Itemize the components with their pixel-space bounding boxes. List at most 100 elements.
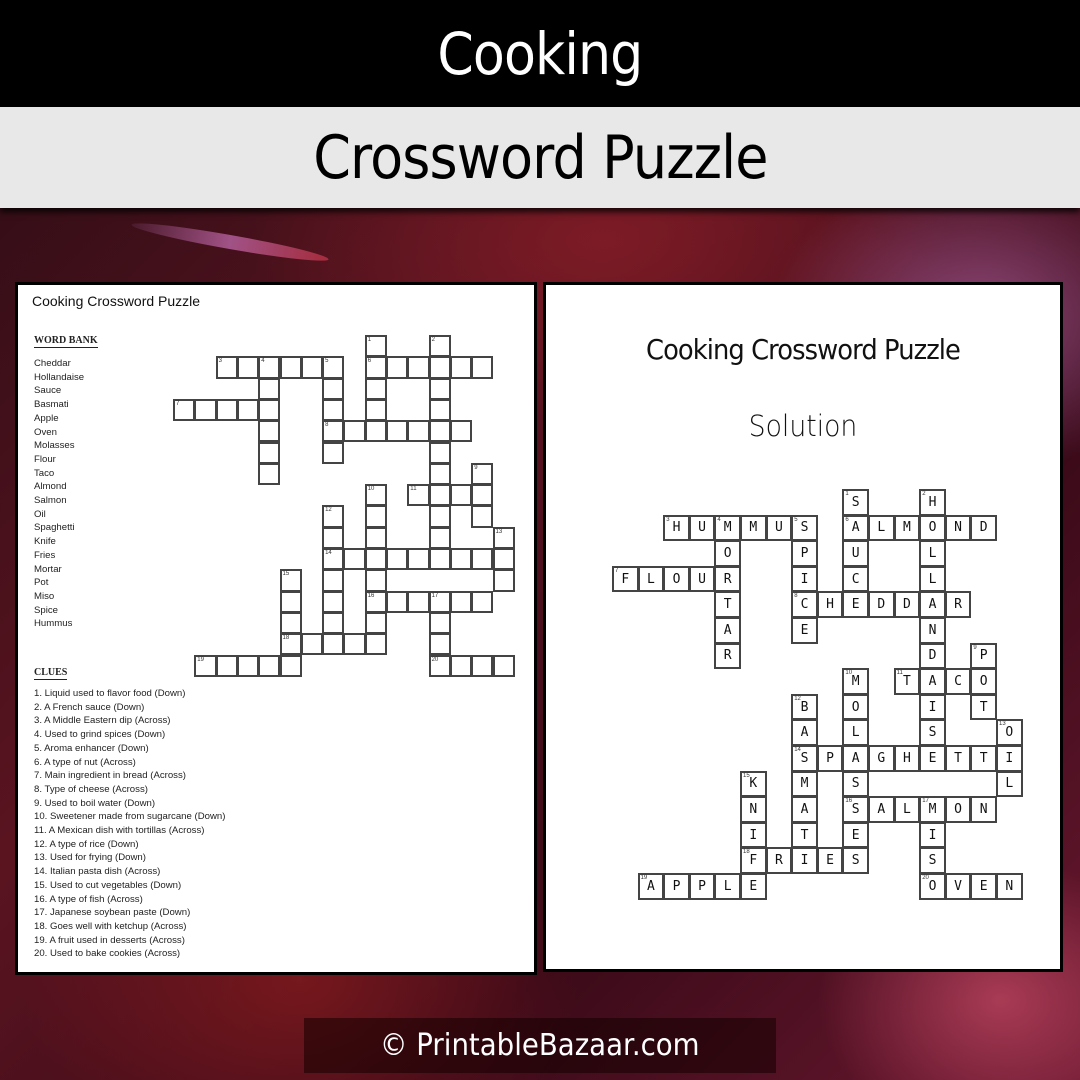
crossword-cell[interactable] [236, 356, 260, 379]
crossword-cell[interactable] [236, 654, 260, 677]
crossword-cell[interactable] [428, 441, 451, 464]
crossword-cell[interactable] [258, 654, 281, 677]
crossword-cell[interactable] [322, 633, 345, 656]
crossword-cell[interactable] [449, 484, 473, 507]
crossword-cell[interactable]: 2 [428, 335, 451, 358]
crossword-cell[interactable] [258, 420, 281, 443]
crossword-cell[interactable] [428, 356, 451, 379]
crossword-cell[interactable] [471, 548, 494, 571]
crossword-cell[interactable]: 17 [428, 590, 451, 613]
crossword-cell: E [842, 591, 869, 618]
crossword-cell[interactable] [449, 356, 473, 379]
crossword-cell[interactable] [343, 548, 366, 571]
crossword-cell[interactable] [492, 548, 515, 571]
crossword-cell[interactable] [364, 526, 387, 549]
crossword-cell[interactable] [364, 633, 387, 656]
crossword-cell[interactable]: 3 [215, 356, 238, 379]
crossword-cell[interactable]: 8 [322, 420, 345, 443]
crossword-cell[interactable]: 12 [322, 505, 345, 528]
crossword-cell[interactable] [428, 611, 451, 635]
crossword-cell[interactable]: 13 [492, 526, 515, 549]
crossword-cell[interactable] [386, 356, 409, 379]
crossword-cell[interactable] [279, 590, 302, 613]
crossword-cell[interactable] [279, 356, 302, 379]
crossword-cell[interactable]: 10 [364, 484, 387, 507]
crossword-cell[interactable] [322, 441, 345, 464]
crossword-cell[interactable]: 16 [364, 590, 387, 613]
crossword-cell[interactable] [471, 505, 494, 528]
crossword-cell[interactable] [449, 420, 473, 443]
crossword-cell[interactable]: 9 [471, 462, 494, 486]
crossword-cell: E [791, 617, 818, 644]
crossword-cell[interactable] [428, 633, 451, 656]
crossword-cell[interactable] [322, 377, 345, 400]
crossword-cell[interactable] [364, 420, 387, 443]
crossword-cell[interactable] [322, 398, 345, 422]
crossword-cell[interactable] [322, 590, 345, 613]
crossword-cell[interactable] [471, 484, 494, 507]
crossword-cell[interactable] [428, 484, 451, 507]
crossword-cell[interactable]: 4 [258, 356, 281, 379]
crossword-cell[interactable] [407, 420, 430, 443]
crossword-cell[interactable] [428, 377, 451, 400]
crossword-cell[interactable]: 1 [364, 335, 387, 358]
crossword-cell[interactable] [449, 590, 473, 613]
crossword-cell[interactable] [322, 526, 345, 549]
crossword-cell[interactable] [407, 548, 430, 571]
crossword-cell[interactable]: 15 [279, 569, 302, 592]
crossword-cell[interactable] [449, 548, 473, 571]
crossword-cell[interactable] [428, 505, 451, 528]
crossword-cell[interactable] [471, 590, 494, 613]
crossword-cell: M [740, 514, 767, 542]
crossword-cell[interactable]: 18 [279, 633, 302, 656]
crossword-cell[interactable] [364, 398, 387, 422]
crossword-cell[interactable]: 7 [173, 398, 196, 422]
crossword-cell[interactable]: 11 [407, 484, 430, 507]
crossword-cell[interactable] [407, 590, 430, 613]
crossword-cell[interactable] [322, 611, 345, 635]
crossword-cell[interactable] [471, 654, 494, 677]
crossword-cell[interactable] [492, 569, 515, 592]
crossword-cell[interactable] [258, 377, 281, 400]
crossword-cell[interactable] [258, 398, 281, 422]
crossword-cell[interactable] [343, 633, 366, 656]
crossword-cell[interactable] [300, 356, 324, 379]
crossword-cell[interactable] [343, 420, 366, 443]
crossword-cell: I [740, 821, 767, 849]
crossword-cell[interactable] [364, 548, 387, 571]
crossword-cell[interactable] [300, 633, 324, 656]
crossword-cell[interactable] [364, 505, 387, 528]
crossword-cell[interactable] [322, 569, 345, 592]
crossword-cell[interactable] [386, 548, 409, 571]
clue-number: 1 [367, 337, 372, 343]
crossword-cell[interactable] [364, 611, 387, 635]
crossword-cell[interactable] [194, 398, 217, 422]
crossword-cell[interactable] [428, 526, 451, 549]
crossword-cell[interactable] [236, 398, 260, 422]
cell-letter: P [826, 750, 834, 766]
crossword-cell[interactable]: 5 [322, 356, 345, 379]
crossword-cell[interactable] [428, 548, 451, 571]
crossword-cell[interactable] [428, 398, 451, 422]
crossword-cell[interactable] [279, 654, 302, 677]
crossword-cell[interactable]: 19 [194, 654, 217, 677]
crossword-cell[interactable] [364, 377, 387, 400]
crossword-cell[interactable] [386, 420, 409, 443]
crossword-cell[interactable] [449, 654, 473, 677]
crossword-cell[interactable] [258, 441, 281, 464]
crossword-cell[interactable] [364, 569, 387, 592]
crossword-cell[interactable] [279, 611, 302, 635]
crossword-cell[interactable] [407, 356, 430, 379]
crossword-cell[interactable] [471, 356, 494, 379]
crossword-cell[interactable]: 6 [364, 356, 387, 379]
crossword-cell[interactable] [428, 462, 451, 486]
crossword-cell[interactable] [215, 398, 238, 422]
crossword-cell[interactable] [215, 654, 238, 677]
crossword-cell[interactable]: 14 [322, 548, 345, 571]
crossword-cell[interactable] [492, 654, 515, 677]
crossword-cell[interactable] [258, 462, 281, 486]
crossword-cell[interactable] [428, 420, 451, 443]
crossword-cell[interactable]: 20 [428, 654, 451, 677]
crossword-cell[interactable] [386, 590, 409, 613]
cell-letter: M [851, 673, 860, 689]
